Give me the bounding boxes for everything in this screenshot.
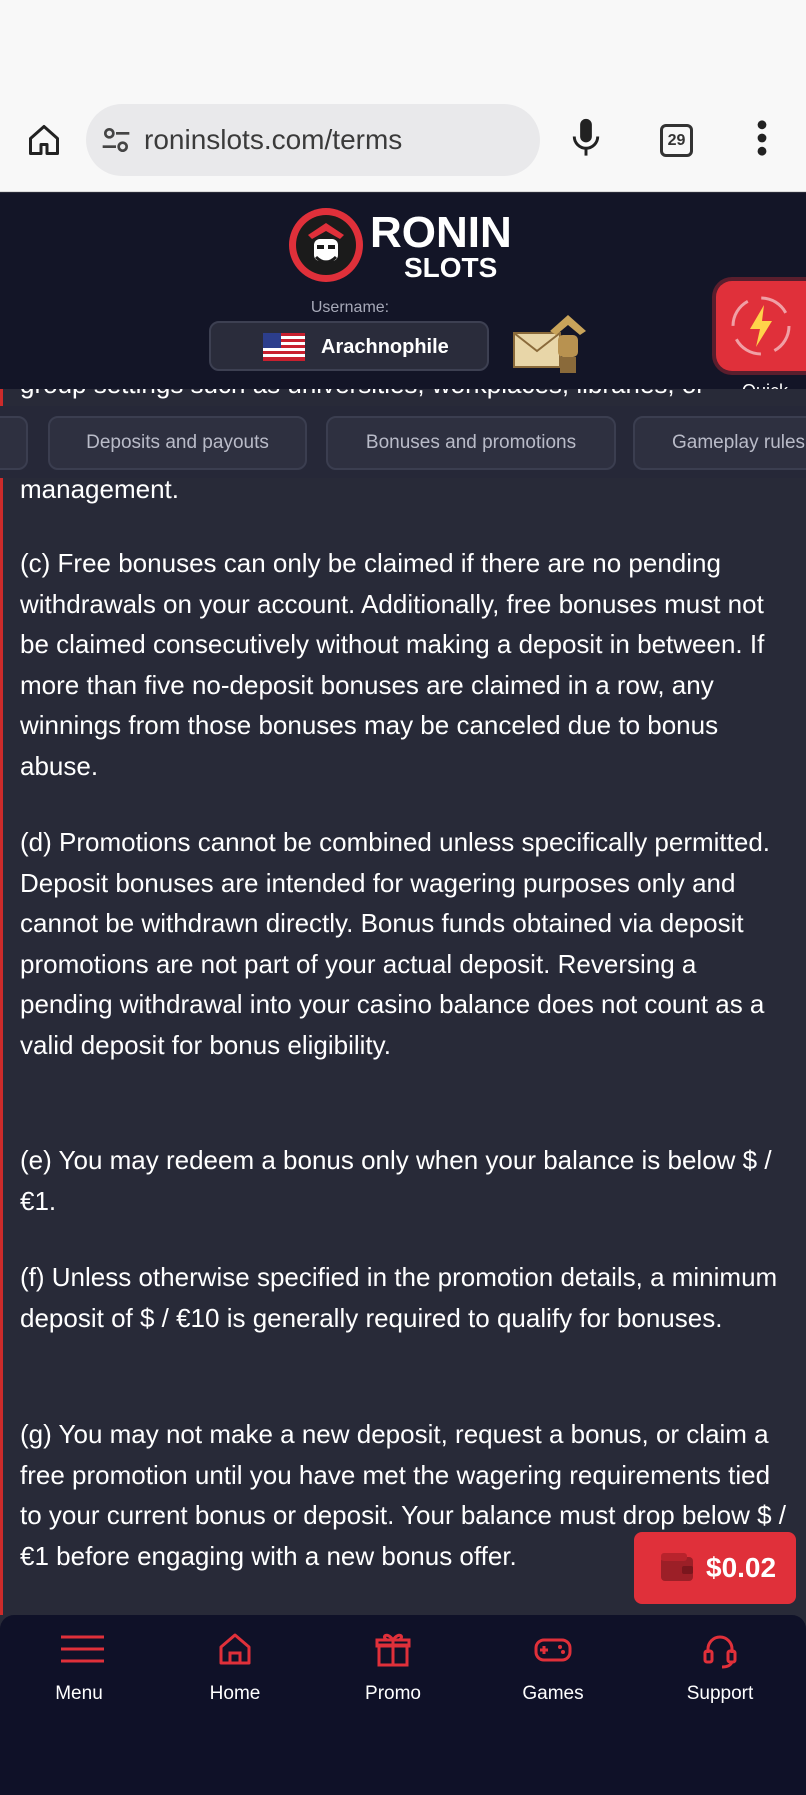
nav-games-label: Games	[522, 1683, 584, 1704]
logo-text-top: RONIN	[370, 208, 512, 257]
address-bar[interactable]: roninslots.com/terms	[86, 104, 540, 176]
microphone-icon[interactable]	[568, 116, 604, 160]
clipped-text-line: group settings such as universities, wor…	[20, 389, 705, 400]
tab-gameplay-rules[interactable]: Gameplay rules	[633, 416, 806, 470]
browser-home-icon[interactable]	[22, 118, 66, 162]
username-button[interactable]: Arachnophile	[209, 321, 489, 371]
tab-deposits-payouts[interactable]: Deposits and payouts	[48, 416, 307, 470]
nav-menu[interactable]: Menu	[24, 1629, 134, 1709]
balance-amount: $0.02	[706, 1552, 777, 1583]
bottom-navigation: Menu Home Promo Games Support	[0, 1615, 806, 1795]
username-label: Username:	[310, 299, 390, 316]
status-bar-area	[0, 0, 806, 96]
ronin-slots-logo[interactable]: RONIN SLOTS	[286, 205, 526, 285]
headset-icon	[703, 1635, 737, 1669]
hamburger-icon	[61, 1635, 104, 1663]
nav-home-label: Home	[209, 1683, 261, 1704]
terms-clause-e: (e) You may redeem a bonus only when you…	[20, 1145, 772, 1216]
nav-home[interactable]: Home	[180, 1629, 290, 1709]
us-flag-icon	[263, 333, 305, 361]
site-settings-icon[interactable]	[100, 124, 132, 156]
terms-category-tabs: Deposits and payouts Bonuses and promoti…	[0, 406, 806, 478]
nav-menu-label: Menu	[55, 1683, 103, 1704]
wallet-icon	[661, 1553, 693, 1581]
site-header: RONIN SLOTS Username: Arachnophile Quick…	[0, 193, 806, 420]
terms-content: group settings such as universities, wor…	[0, 389, 806, 1615]
nav-support-label: Support	[686, 1683, 754, 1704]
tab-bonuses-promotions[interactable]: Bonuses and promotions	[326, 416, 616, 470]
samurai-mail-icon[interactable]	[510, 311, 590, 377]
nav-support[interactable]: Support	[665, 1629, 775, 1709]
tab-switcher-button[interactable]: 29	[660, 124, 693, 157]
more-options-icon[interactable]	[748, 116, 776, 160]
home-icon	[219, 1633, 251, 1665]
gamepad-icon	[534, 1638, 572, 1662]
lightning-icon	[731, 296, 791, 356]
browser-toolbar: roninslots.com/terms 29	[0, 96, 806, 192]
gift-icon	[375, 1633, 411, 1667]
tab-previous-partial[interactable]	[0, 416, 28, 470]
username-text: Arachnophile	[321, 336, 449, 358]
terms-clause-c: (c) Free bonuses can only be claimed if …	[20, 548, 765, 781]
balance-button[interactable]: $0.02	[634, 1532, 796, 1604]
quick-deposit-button[interactable]	[716, 281, 806, 371]
nav-games[interactable]: Games	[498, 1629, 608, 1709]
nav-promo[interactable]: Promo	[338, 1629, 448, 1709]
terms-clause-f: (f) Unless otherwise specified in the pr…	[20, 1262, 778, 1333]
nav-promo-label: Promo	[365, 1683, 421, 1704]
url-text[interactable]: roninslots.com/terms	[144, 124, 402, 156]
terms-clause-d: (d) Promotions cannot be combined unless…	[20, 827, 771, 1060]
logo-text-bottom: SLOTS	[404, 252, 497, 283]
